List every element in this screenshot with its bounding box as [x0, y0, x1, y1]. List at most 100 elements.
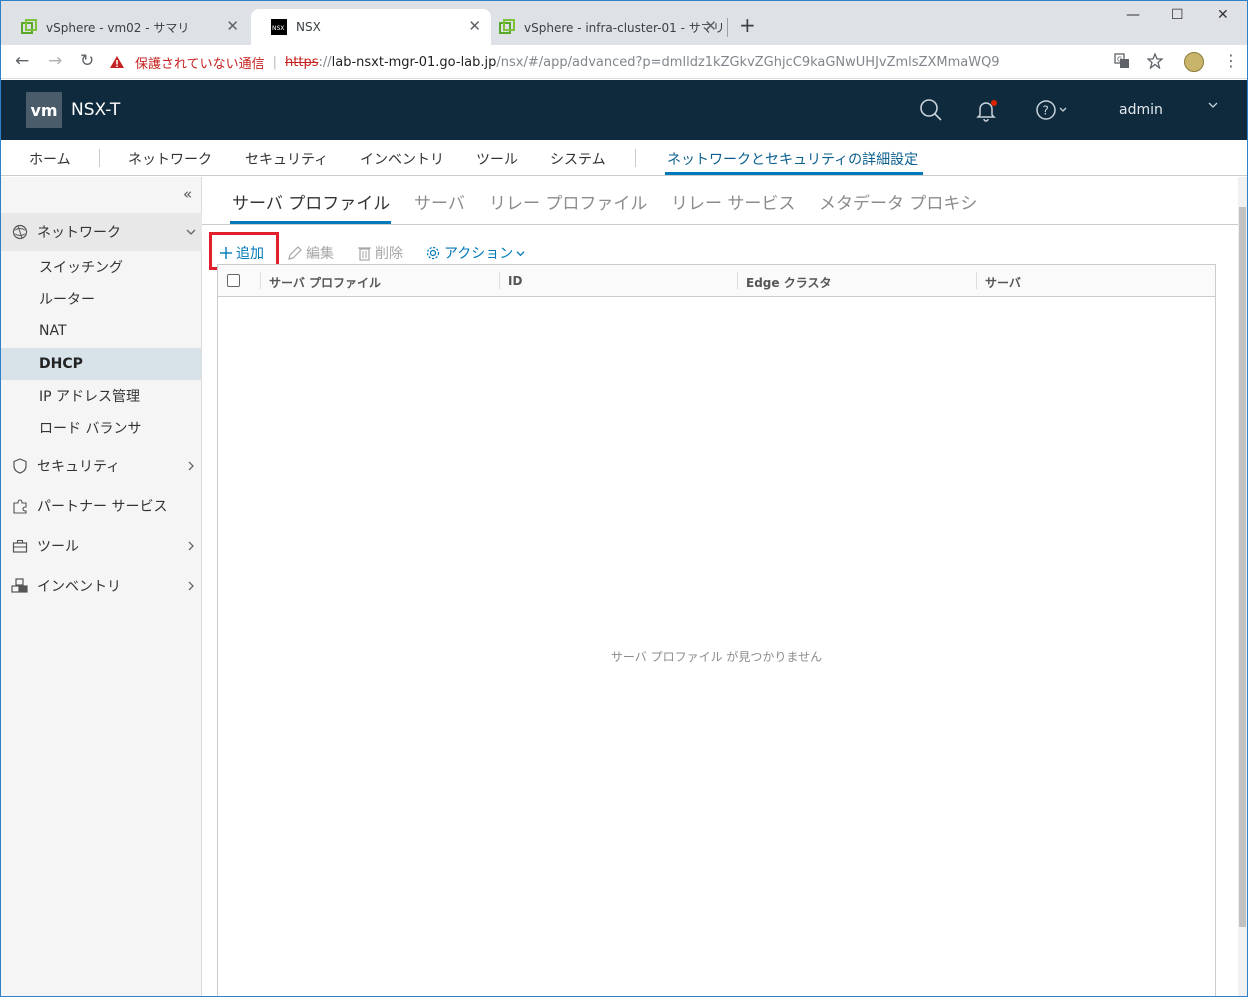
- server-profiles-grid: サーバ プロファイル ID Edge クラスタ サーバ サーバ プロファイル が…: [217, 264, 1216, 996]
- sidebar-group-label: ネットワーク: [37, 225, 121, 241]
- product-name: NSX-T: [71, 100, 121, 120]
- user-menu[interactable]: admin: [1119, 102, 1163, 118]
- sidebar-group-security[interactable]: セキュリティ: [1, 447, 202, 485]
- nav-security[interactable]: セキュリティ: [245, 149, 328, 169]
- nav-divider: [99, 149, 100, 167]
- url-divider: |: [272, 54, 278, 70]
- sidebar-group-partner-services[interactable]: パートナー サービス: [1, 487, 202, 525]
- delete-button[interactable]: 削除: [357, 243, 403, 263]
- add-button[interactable]: 追加: [219, 243, 264, 263]
- security-warning: 保護されていない通信: [135, 56, 265, 72]
- bookmark-star-icon[interactable]: [1147, 53, 1163, 69]
- tab-divider: [727, 18, 728, 37]
- browser-tab-vsphere-infra[interactable]: vSphere - infra-cluster-01 - サマリ ✕: [479, 9, 727, 45]
- sidebar-item-nat[interactable]: NAT: [1, 315, 201, 347]
- nav-tools[interactable]: ツール: [476, 149, 518, 169]
- forward-button[interactable]: →: [48, 52, 62, 70]
- sidebar-group-inventory[interactable]: インベントリ: [1, 567, 202, 605]
- plus-icon: [220, 247, 232, 259]
- tab-strip: vSphere - vm02 - サマリ ✕ NSX NSX ✕ vSphere…: [1, 1, 1247, 45]
- sidebar-group-networking[interactable]: ネットワーク: [1, 213, 202, 251]
- sidebar-group-label: パートナー サービス: [37, 499, 168, 515]
- sidebar-item-routers[interactable]: ルーター: [1, 283, 201, 315]
- notification-dot: [991, 100, 997, 106]
- sidebar-group-label: セキュリティ: [37, 459, 121, 475]
- new-tab-button[interactable]: +: [739, 15, 756, 35]
- help-icon[interactable]: ?: [1035, 98, 1071, 122]
- nav-advanced-networking-security[interactable]: ネットワークとセキュリティの詳細設定: [667, 149, 918, 169]
- column-divider: [260, 272, 261, 289]
- sidebar-item-dhcp[interactable]: DHCP: [1, 348, 201, 380]
- nsx-icon: NSX: [271, 19, 287, 35]
- tab-title: vSphere - vm02 - サマリ: [46, 20, 190, 35]
- tab-active-indicator: [230, 221, 391, 224]
- empty-grid-message: サーバ プロファイル が見つかりません: [610, 650, 823, 664]
- reload-button[interactable]: ↻: [80, 52, 94, 70]
- sidebar-group-label: インベントリ: [37, 579, 121, 595]
- column-divider: [976, 272, 977, 289]
- tab-relay-profiles[interactable]: リレー プロファイル: [489, 189, 647, 214]
- column-divider: [737, 272, 738, 289]
- column-header-server-profile[interactable]: サーバ プロファイル: [269, 274, 381, 291]
- sidebar-item-switching[interactable]: スイッチング: [1, 251, 201, 283]
- dhcp-tabs: サーバ プロファイル サーバ リレー プロファイル リレー サービス メタデータ…: [202, 177, 1247, 225]
- actions-label: アクション: [444, 246, 514, 262]
- sidebar-group-tools[interactable]: ツール: [1, 527, 202, 565]
- warning-icon: [110, 56, 124, 68]
- edit-button[interactable]: 編集: [287, 243, 334, 263]
- actions-dropdown[interactable]: アクション: [425, 243, 525, 263]
- gear-icon: [426, 246, 440, 260]
- window-close-button[interactable]: ✕: [1217, 7, 1229, 23]
- select-all-checkbox[interactable]: [227, 274, 240, 287]
- network-icon: [12, 224, 28, 240]
- sidebar-group-label: ツール: [37, 539, 79, 555]
- url-field[interactable]: 保護されていない通信 | https://lab-nsxt-mgr-01.go-…: [109, 49, 1109, 75]
- tab-server-profiles[interactable]: サーバ プロファイル: [232, 189, 390, 214]
- url-host: lab-nsxt-mgr-01.go-lab.jp: [331, 54, 497, 70]
- close-tab-icon[interactable]: ✕: [704, 19, 717, 34]
- url-path: /nsx/#/app/advanced?p=dmlldz1kZGkvZGhjcC…: [496, 54, 1000, 70]
- profile-avatar[interactable]: [1184, 52, 1204, 72]
- search-icon[interactable]: [919, 98, 943, 122]
- column-header-id[interactable]: ID: [508, 274, 522, 288]
- maximize-button[interactable]: ☐: [1171, 7, 1184, 23]
- scrollbar-thumb[interactable]: [1239, 207, 1246, 927]
- url-scheme: https: [285, 54, 319, 70]
- tab-relay-services[interactable]: リレー サービス: [671, 189, 795, 214]
- url-separator: ://: [318, 54, 332, 70]
- tab-title: vSphere - infra-cluster-01 - サマリ: [524, 20, 725, 35]
- tab-servers[interactable]: サーバ: [414, 189, 465, 214]
- browser-tab-nsx[interactable]: NSX NSX ✕: [251, 9, 491, 45]
- app-header: vm NSX-T ? admin: [1, 80, 1247, 140]
- add-label: 追加: [236, 246, 264, 262]
- nav-home[interactable]: ホーム: [29, 149, 71, 169]
- nav-networking[interactable]: ネットワーク: [128, 149, 212, 169]
- sidebar-item-load-balancer[interactable]: ロード バランサ: [1, 412, 201, 444]
- close-tab-icon[interactable]: ✕: [226, 19, 239, 34]
- minimize-button[interactable]: —: [1126, 7, 1140, 23]
- chevron-down-icon[interactable]: [1208, 100, 1218, 110]
- collapse-sidebar-icon[interactable]: «: [183, 185, 192, 203]
- back-button[interactable]: ←: [15, 52, 29, 70]
- column-header-edge-cluster[interactable]: Edge クラスタ: [746, 274, 831, 291]
- grid-header: サーバ プロファイル ID Edge クラスタ サーバ: [218, 265, 1215, 297]
- main-content: サーバ プロファイル サーバ リレー プロファイル リレー サービス メタデータ…: [202, 177, 1247, 996]
- svg-text:NSX: NSX: [272, 25, 284, 32]
- chevron-down-icon: [516, 250, 525, 256]
- delete-label: 削除: [375, 246, 403, 262]
- nav-inventory[interactable]: インベントリ: [360, 149, 444, 169]
- vsphere-icon: [499, 19, 515, 34]
- svg-text:?: ?: [1043, 104, 1049, 118]
- browser-menu-icon[interactable]: ⋮: [1223, 51, 1239, 70]
- sidebar-item-ipam[interactable]: IP アドレス管理: [1, 380, 201, 412]
- top-navigation: ホーム ネットワーク セキュリティ インベントリ ツール システム ネットワーク…: [1, 140, 1247, 176]
- nav-system[interactable]: システム: [550, 149, 606, 169]
- translate-icon[interactable]: G: [1114, 53, 1130, 69]
- browser-tab-vsphere-vm02[interactable]: vSphere - vm02 - サマリ ✕: [1, 9, 249, 45]
- tab-metadata-proxy[interactable]: メタデータ プロキシ: [819, 189, 977, 214]
- shield-icon: [13, 458, 27, 474]
- address-bar: ← → ↻ 保護されていない通信 | https://lab-nsxt-mgr-…: [1, 45, 1247, 79]
- puzzle-icon: [13, 499, 27, 514]
- column-header-server[interactable]: サーバ: [985, 274, 1021, 291]
- pencil-icon: [288, 246, 302, 260]
